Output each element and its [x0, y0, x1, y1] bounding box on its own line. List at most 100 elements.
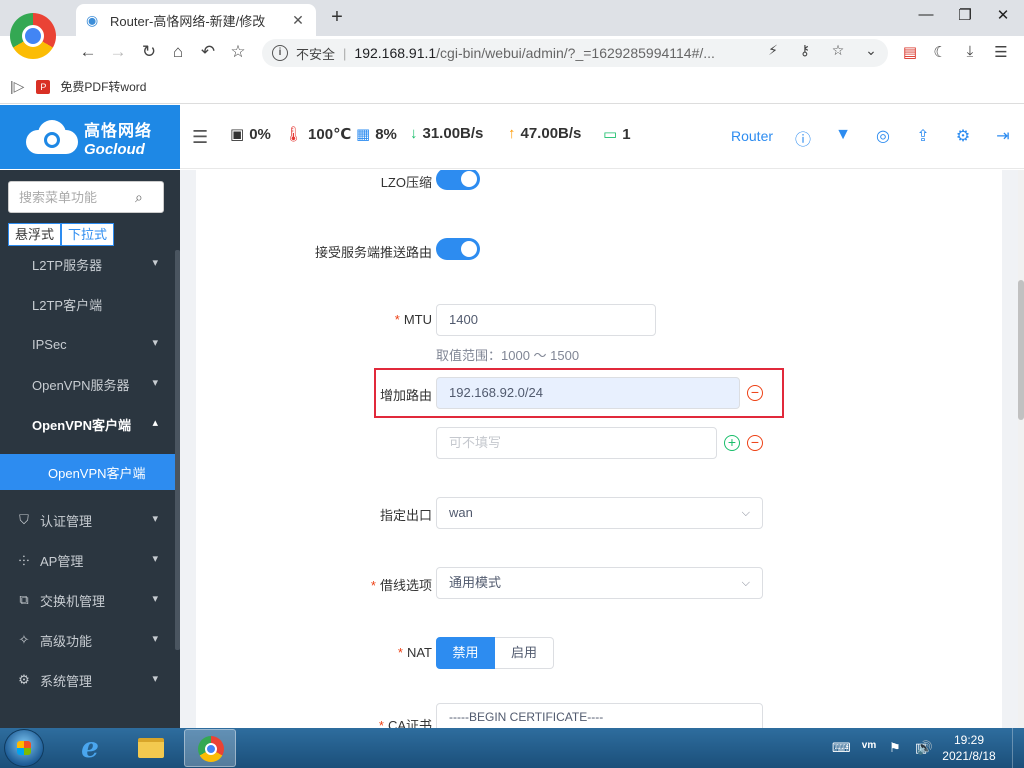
remove-route-icon[interactable]: − [747, 385, 763, 401]
star-icon[interactable]: ☆ [829, 42, 847, 59]
sidebar-toggle-icon[interactable]: |▷ [10, 78, 24, 95]
window-close-icon[interactable]: ✕ [991, 6, 1015, 24]
tshirt-icon[interactable]: ▼ [833, 126, 853, 144]
sidebar-subitem-openvpn-client[interactable]: OpenVPN客户端 [0, 454, 180, 490]
route-input-2[interactable]: 可不填写 [436, 427, 717, 459]
nat-enable-button[interactable]: 启用 [495, 637, 554, 669]
site-info-icon[interactable]: i [272, 45, 288, 61]
content-area: LZO压缩 接受服务端推送路由 * MTU 1400 取值范围：1000 ～ 15… [180, 170, 1018, 728]
page-scrollbar[interactable] [1018, 170, 1024, 728]
restore-icon[interactable]: ❐ [953, 6, 977, 24]
egress-value: wan [449, 505, 473, 520]
dark-mode-icon[interactable]: ☾ [930, 43, 950, 61]
flag-icon[interactable]: ⚑ [886, 740, 904, 756]
route-input-1[interactable]: 192.168.92.0/24 [436, 377, 740, 409]
switch-icon: ⧉ [19, 592, 29, 607]
upload-speed-value: 47.00B/s [520, 125, 582, 142]
chevron-down-icon: ▾ [152, 377, 158, 389]
line-option-select[interactable]: 通用模式 ⌵ [436, 567, 763, 599]
menu-search-box[interactable]: ⌕ [8, 181, 164, 213]
lzo-switch[interactable] [436, 170, 480, 190]
thermometer-icon: 🌡 [284, 126, 304, 143]
keyboard-icon[interactable]: ⌨ [832, 740, 851, 756]
folder-icon[interactable] [124, 729, 176, 767]
info-icon[interactable]: ⓘ [793, 126, 813, 150]
sidebar-item-l2tp-server[interactable]: L2TP服务器 ▾ [0, 244, 180, 284]
required-mark: * [397, 645, 403, 660]
nat-disable-button[interactable]: 禁用 [436, 637, 495, 669]
egress-select[interactable]: wan ⌵ [436, 497, 763, 529]
back-icon[interactable]: ← [76, 40, 100, 64]
url-text[interactable]: 192.168.91.1/cgi-bin/webui/admin/?_=1629… [354, 45, 744, 61]
cloud-upload-icon[interactable]: ⇪ [913, 126, 933, 146]
chrome-taskbar-icon[interactable] [184, 729, 236, 767]
globe-icon[interactable]: ◎ [873, 126, 893, 146]
add-route-label: 增加路由 [380, 385, 432, 404]
menu-collapse-icon[interactable]: ☰ [192, 127, 208, 148]
menu-search-input[interactable] [19, 189, 129, 205]
volume-icon[interactable]: 🔊 [916, 740, 934, 756]
sidebar-item-openvpn-server[interactable]: OpenVPN服务器 ▾ [0, 364, 180, 404]
pdf-extension-icon[interactable]: ▤ [900, 43, 920, 61]
bookmark-star-icon[interactable]: ☆ [226, 40, 250, 64]
key-icon[interactable]: ⚷ [796, 42, 814, 59]
sidebar-item-l2tp-client[interactable]: L2TP客户端 [0, 284, 180, 324]
menu-list: L2TP服务器 ▾ L2TP客户端 IPSec ▾ OpenVPN服务器 ▾ O… [0, 244, 180, 700]
accept-routes-switch[interactable] [436, 238, 480, 260]
sidebar-item-system[interactable]: ⚙ 系统管理 ▾ [0, 660, 180, 700]
logout-icon[interactable]: ⇥ [993, 126, 1013, 146]
reload-icon[interactable]: ↻ [137, 40, 161, 64]
remove-route-icon[interactable]: − [747, 435, 763, 451]
omnibox-dropdown-icon[interactable]: ⌄ [862, 42, 880, 59]
undo-icon[interactable]: ↶ [196, 40, 220, 64]
arrow-down-icon: ↓ [410, 125, 418, 142]
ca-cert-textarea[interactable]: -----BEGIN CERTIFICATE---- [436, 703, 763, 728]
taskbar-clock[interactable]: 19:29 2021/8/18 [938, 732, 1000, 764]
nat-radio-group: 禁用 启用 [436, 637, 554, 669]
mtu-hint: 取值范围：1000 ～ 1500 [436, 348, 580, 363]
download-speed-value: 31.00B/s [422, 125, 484, 142]
egress-label-text: 指定出口 [379, 508, 432, 523]
cpu-value: 0% [249, 125, 271, 143]
chevron-down-icon: ⌵ [741, 507, 750, 519]
start-button[interactable] [4, 729, 44, 767]
logo[interactable]: 高恪网络 Gocloud [0, 105, 180, 169]
vm-icon[interactable]: vm [860, 740, 878, 751]
sidebar-item-auth[interactable]: ⛉ 认证管理 ▾ [0, 500, 180, 540]
shield-icon: ⛉ [19, 512, 29, 527]
add-route-icon[interactable]: + [724, 435, 740, 451]
sidebar-item-ipsec[interactable]: IPSec ▾ [0, 324, 180, 364]
sidebar-item-switch[interactable]: ⧉ 交换机管理 ▾ [0, 580, 180, 620]
page-scrollbar-thumb[interactable] [1018, 280, 1024, 420]
sidebar-item-label: AP管理 [40, 553, 84, 569]
tab-title: Router-高恪网络-新建/修改 [110, 13, 266, 29]
show-desktop-button[interactable] [1012, 728, 1024, 768]
new-tab-icon[interactable]: + [326, 6, 348, 29]
bookmark-pdf-to-word[interactable]: 免费PDF转word [60, 78, 146, 95]
sidebar-item-advanced[interactable]: ✧ 高级功能 ▾ [0, 620, 180, 660]
forward-icon[interactable]: → [106, 40, 130, 64]
menu-mode-switch: 悬浮式 下拉式 [8, 223, 115, 246]
chevron-down-icon: ▾ [152, 553, 158, 565]
download-icon[interactable]: ⤓ [960, 43, 980, 60]
settings-gear-icon[interactable]: ⚙ [953, 126, 973, 146]
router-name[interactable]: Router [731, 128, 773, 144]
home-icon[interactable]: ⌂ [166, 40, 190, 64]
sidebar-item-ap[interactable]: ⸭ AP管理 ▾ [0, 540, 180, 580]
search-icon[interactable]: ⌕ [135, 189, 143, 206]
browser-tab[interactable]: ◉ Router-高恪网络-新建/修改 ✕ [76, 4, 316, 36]
share-icon[interactable]: ⚡ [764, 42, 782, 59]
mode-dropdown-button[interactable]: 下拉式 [61, 223, 115, 246]
nat-label-text: NAT [406, 645, 432, 660]
omnibox[interactable]: i 不安全 | 192.168.91.1/cgi-bin/webui/admin… [262, 39, 888, 67]
browser-menu-icon[interactable]: ☰ [991, 43, 1011, 61]
sidebar-item-openvpn-client-group[interactable]: OpenVPN客户端 ▴ [0, 404, 180, 444]
required-mark: * [370, 578, 376, 593]
ie-icon[interactable]: e [64, 729, 116, 767]
mode-float-button[interactable]: 悬浮式 [8, 223, 62, 246]
ca-label: * CA证书 [379, 715, 432, 728]
mtu-input[interactable]: 1400 [436, 304, 656, 336]
temp-stat: 🌡 100℃ [284, 125, 351, 143]
tab-close-icon[interactable]: ✕ [290, 12, 306, 29]
minimize-icon[interactable]: — [914, 6, 938, 23]
